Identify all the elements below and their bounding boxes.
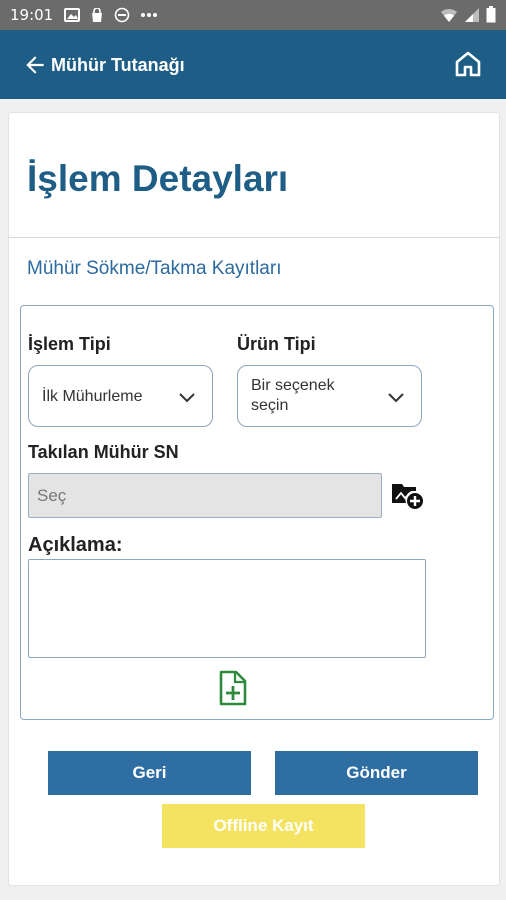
seal-form: İşlem Tipi İlk Mühurleme Ürün Tipi Bir s… bbox=[20, 305, 494, 720]
divider bbox=[9, 237, 499, 238]
chevron-down-icon bbox=[179, 393, 195, 403]
image-icon bbox=[64, 8, 80, 22]
takilan-muhur-input[interactable]: Seç bbox=[28, 473, 382, 518]
islem-tipi-label: İşlem Tipi bbox=[28, 334, 111, 354]
takilan-muhur-label: Takılan Mühür SN bbox=[28, 442, 179, 462]
page-title: İşlem Detayları bbox=[27, 158, 289, 199]
dnd-icon bbox=[114, 7, 130, 23]
aciklama-label: Açıklama: bbox=[28, 534, 123, 556]
signal-icon bbox=[465, 7, 479, 22]
aciklama-textarea[interactable] bbox=[28, 559, 426, 658]
section-title: Mühür Sökme/Takma Kayıtları bbox=[27, 258, 282, 279]
islem-tipi-value: İlk Mühurleme bbox=[42, 388, 143, 405]
send-button[interactable]: Gönder bbox=[275, 751, 478, 795]
urun-tipi-select[interactable]: Bir seçenek seçin bbox=[237, 365, 422, 427]
offline-save-button[interactable]: Offline Kayıt bbox=[162, 804, 365, 848]
home-icon[interactable] bbox=[453, 49, 483, 79]
back-button[interactable]: Geri bbox=[48, 751, 251, 795]
bag-icon bbox=[92, 7, 102, 22]
status-bar: 19:01 bbox=[0, 0, 506, 30]
app-bar-title: Mühür Tutanağı bbox=[51, 55, 185, 75]
content-card: İşlem Detayları Mühür Sökme/Takma Kayıtl… bbox=[8, 112, 500, 886]
battery-icon bbox=[486, 6, 496, 23]
add-file-icon[interactable] bbox=[218, 670, 248, 706]
status-icons-right bbox=[440, 6, 496, 23]
urun-tipi-value: Bir seçenek seçin bbox=[251, 377, 335, 414]
chevron-down-icon bbox=[388, 393, 404, 403]
add-photo-icon[interactable] bbox=[390, 479, 426, 511]
islem-tipi-select[interactable]: İlk Mühurleme bbox=[28, 365, 213, 427]
wifi-icon bbox=[441, 8, 457, 22]
urun-tipi-label: Ürün Tipi bbox=[237, 334, 316, 354]
status-time: 19:01 bbox=[10, 6, 54, 24]
more-icon bbox=[141, 13, 157, 17]
back-arrow-icon[interactable] bbox=[22, 52, 48, 78]
app-bar: Mühür Tutanağı bbox=[0, 30, 506, 99]
status-icons-left bbox=[64, 7, 158, 23]
